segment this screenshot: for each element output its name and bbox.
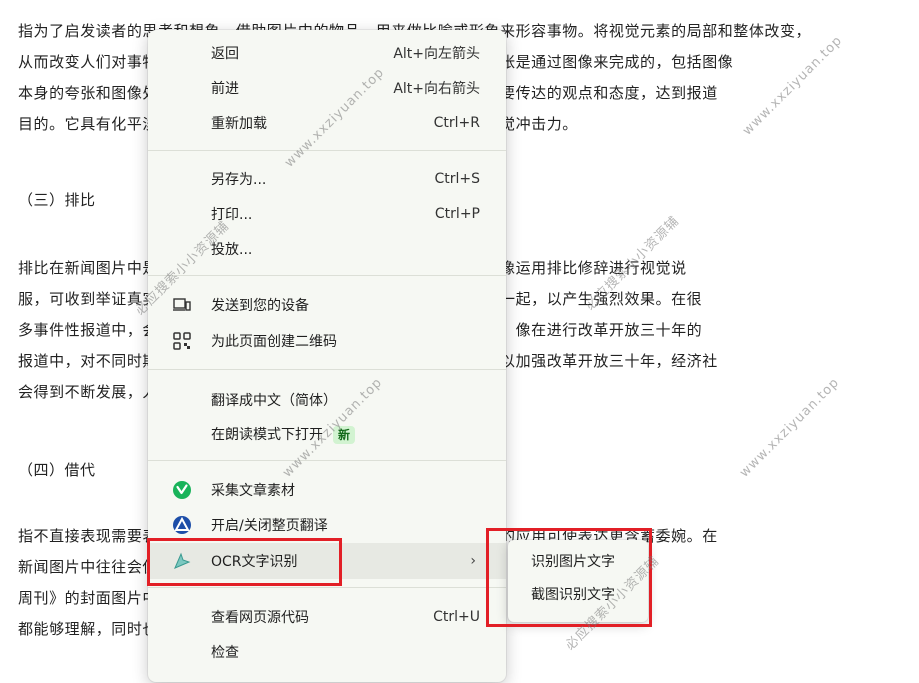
menu-item-label: 开启/关闭整页翻译 bbox=[211, 518, 328, 534]
menu-item-label: 前进 bbox=[211, 81, 239, 97]
menu-item-label: OCR文字识别 bbox=[211, 554, 298, 570]
section-heading-3: （三）排比 bbox=[18, 191, 96, 209]
ocr-icon bbox=[172, 551, 192, 571]
menu-item-label: 检查 bbox=[211, 645, 239, 661]
menu-item-label: 投放... bbox=[211, 242, 253, 258]
menu-item-print[interactable]: 打印... Ctrl+P bbox=[148, 197, 506, 231]
menu-item-shortcut: Ctrl+U bbox=[433, 609, 480, 625]
menu-item-shortcut: Alt+向左箭头 bbox=[393, 46, 480, 62]
chevron-right-icon: › bbox=[470, 553, 476, 569]
device-icon bbox=[172, 295, 192, 315]
menu-item-forward[interactable]: 前进 Alt+向右箭头 bbox=[148, 71, 506, 105]
menu-separator bbox=[148, 587, 506, 588]
menu-item-save-as[interactable]: 另存为... Ctrl+S bbox=[148, 162, 506, 196]
menu-item-create-qr[interactable]: 为此页面创建二维码 bbox=[148, 324, 506, 358]
menu-item-label: 采集文章素材 bbox=[211, 483, 295, 499]
menu-item-label: 打印... bbox=[211, 207, 253, 223]
ocr-submenu: 识别图片文字 截图识别文字 bbox=[508, 540, 648, 622]
collect-checkmark-icon bbox=[172, 480, 192, 500]
menu-item-shortcut: Ctrl+S bbox=[434, 171, 480, 187]
menu-item-ocr[interactable]: OCR文字识别 › bbox=[148, 543, 506, 579]
submenu-item-recognize-image[interactable]: 识别图片文字 bbox=[508, 544, 648, 578]
menu-separator bbox=[148, 369, 506, 370]
section-heading-4: （四）借代 bbox=[18, 461, 96, 479]
menu-separator bbox=[148, 275, 506, 276]
menu-item-inspect[interactable]: 检查 bbox=[148, 635, 506, 669]
submenu-item-label: 识别图片文字 bbox=[531, 554, 615, 570]
menu-item-label: 另存为... bbox=[211, 172, 267, 188]
menu-item-label: 重新加载 bbox=[211, 116, 267, 132]
menu-item-shortcut: Alt+向右箭头 bbox=[393, 81, 480, 97]
menu-item-label: 查看网页源代码 bbox=[211, 610, 309, 626]
menu-separator bbox=[148, 150, 506, 151]
menu-item-cast[interactable]: 投放... bbox=[148, 232, 506, 266]
menu-item-translate[interactable]: 翻译成中文（简体） bbox=[148, 383, 506, 417]
menu-item-shortcut: Ctrl+R bbox=[433, 115, 480, 131]
translate-triangle-icon bbox=[172, 515, 192, 535]
menu-item-toggle-translate[interactable]: 开启/关闭整页翻译 bbox=[148, 508, 506, 542]
menu-item-label: 为此页面创建二维码 bbox=[211, 334, 337, 350]
context-menu: 返回 Alt+向左箭头 前进 Alt+向右箭头 重新加载 Ctrl+R 另存为.… bbox=[148, 30, 506, 682]
submenu-item-screenshot-ocr[interactable]: 截图识别文字 bbox=[508, 577, 648, 611]
menu-item-label-wrap: 在朗读模式下打开新 bbox=[211, 424, 356, 444]
menu-item-back[interactable]: 返回 Alt+向左箭头 bbox=[148, 36, 506, 70]
menu-item-label: 翻译成中文（简体） bbox=[211, 393, 337, 409]
qr-code-icon bbox=[172, 331, 192, 351]
menu-item-send-to-devices[interactable]: 发送到您的设备 bbox=[148, 288, 506, 322]
menu-item-collect[interactable]: 采集文章素材 bbox=[148, 473, 506, 507]
menu-item-view-source[interactable]: 查看网页源代码 Ctrl+U bbox=[148, 600, 506, 634]
menu-separator bbox=[148, 460, 506, 461]
menu-item-reading-mode[interactable]: 在朗读模式下打开新 bbox=[148, 417, 506, 451]
menu-item-label: 发送到您的设备 bbox=[211, 298, 309, 314]
menu-item-label: 在朗读模式下打开 bbox=[211, 427, 323, 443]
menu-item-label: 返回 bbox=[211, 46, 239, 62]
menu-item-reload[interactable]: 重新加载 Ctrl+R bbox=[148, 106, 506, 140]
menu-item-shortcut: Ctrl+P bbox=[434, 206, 480, 222]
new-badge: 新 bbox=[333, 426, 356, 444]
submenu-item-label: 截图识别文字 bbox=[531, 587, 615, 603]
